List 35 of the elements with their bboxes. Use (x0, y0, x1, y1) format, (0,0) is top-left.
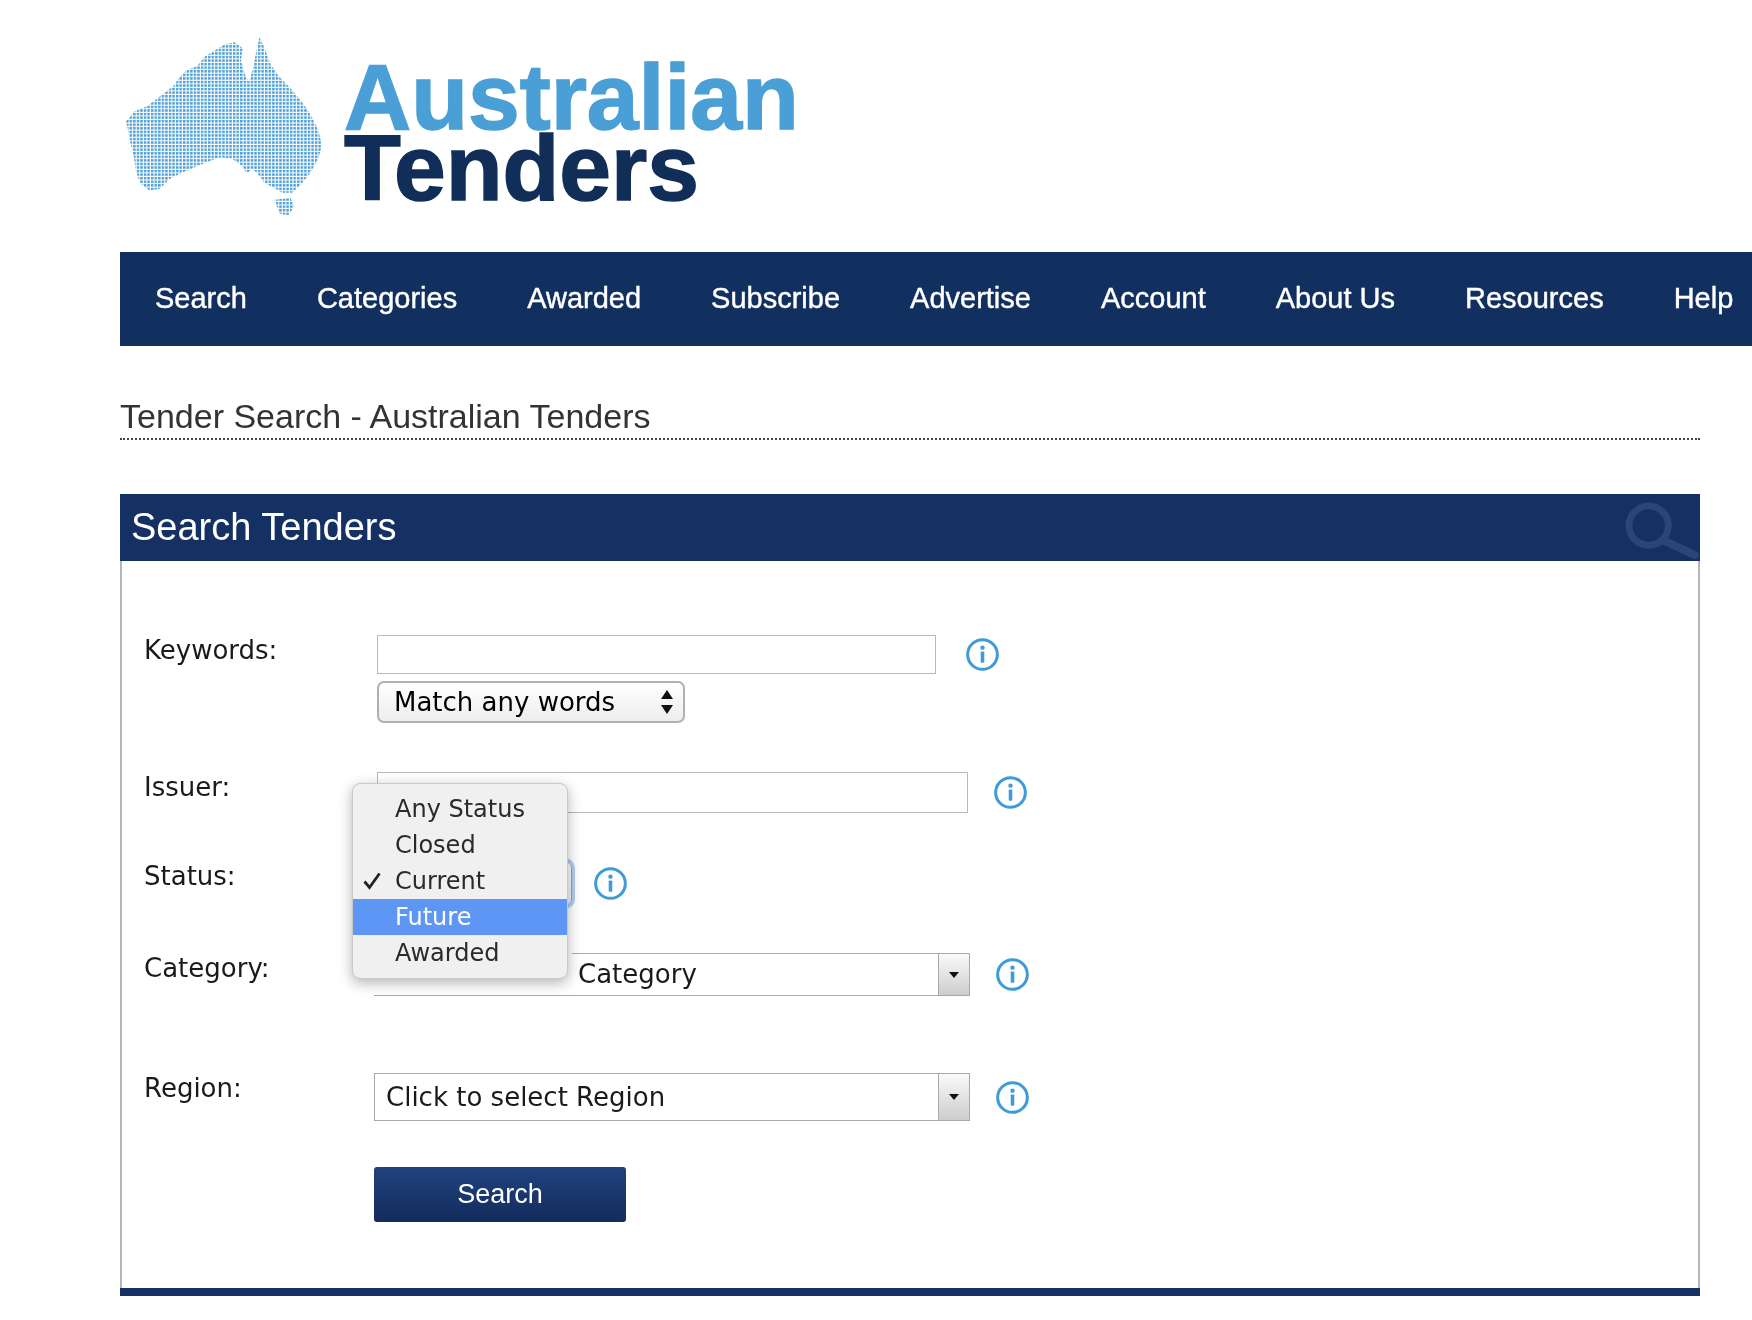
nav-link[interactable]: Account (1065, 252, 1241, 346)
nav-link[interactable]: Help (1638, 252, 1752, 346)
info-icon[interactable] (594, 867, 627, 900)
nav-link[interactable]: Awarded (492, 252, 677, 346)
menu-option[interactable]: Awarded (353, 935, 567, 971)
nav-link[interactable]: Resources (1430, 252, 1639, 346)
info-icon[interactable] (966, 638, 999, 671)
page-title: Tender Search - Australian Tenders (120, 396, 651, 436)
category-select[interactable]: Category (572, 953, 970, 996)
match-mode-select[interactable]: Match any words (377, 681, 685, 723)
info-icon[interactable] (996, 1080, 1029, 1114)
logo-text: Australian (344, 62, 799, 133)
caret-icon (938, 954, 969, 995)
search-button[interactable]: Search (374, 1167, 626, 1222)
menu-option[interactable]: Closed (353, 827, 567, 863)
field-label: Category: (144, 953, 270, 983)
field-label: Keywords: (144, 635, 278, 665)
nav-link[interactable]: Advertise (875, 252, 1066, 346)
info-icon[interactable] (994, 776, 1027, 809)
region-select[interactable]: Click to select Region (374, 1073, 970, 1121)
nav-link[interactable]: Categories (281, 252, 493, 346)
nav-link[interactable]: Search (120, 252, 282, 346)
field-label: Region: (144, 1073, 242, 1103)
logo-text: Tenders (344, 133, 699, 204)
field-label: Issuer: (144, 772, 231, 802)
panel-title: Search Tenders (131, 505, 397, 550)
keywords-input[interactable] (377, 635, 936, 674)
info-icon[interactable] (996, 958, 1029, 991)
nav-link[interactable]: About Us (1240, 252, 1431, 346)
caret-icon (938, 1074, 969, 1120)
menu-option[interactable]: Current (353, 863, 567, 899)
nav-link[interactable]: Subscribe (676, 252, 876, 346)
updown-arrows-icon (661, 690, 673, 714)
menu-option[interactable]: Any Status (353, 791, 567, 827)
field-label: Status: (144, 861, 236, 891)
